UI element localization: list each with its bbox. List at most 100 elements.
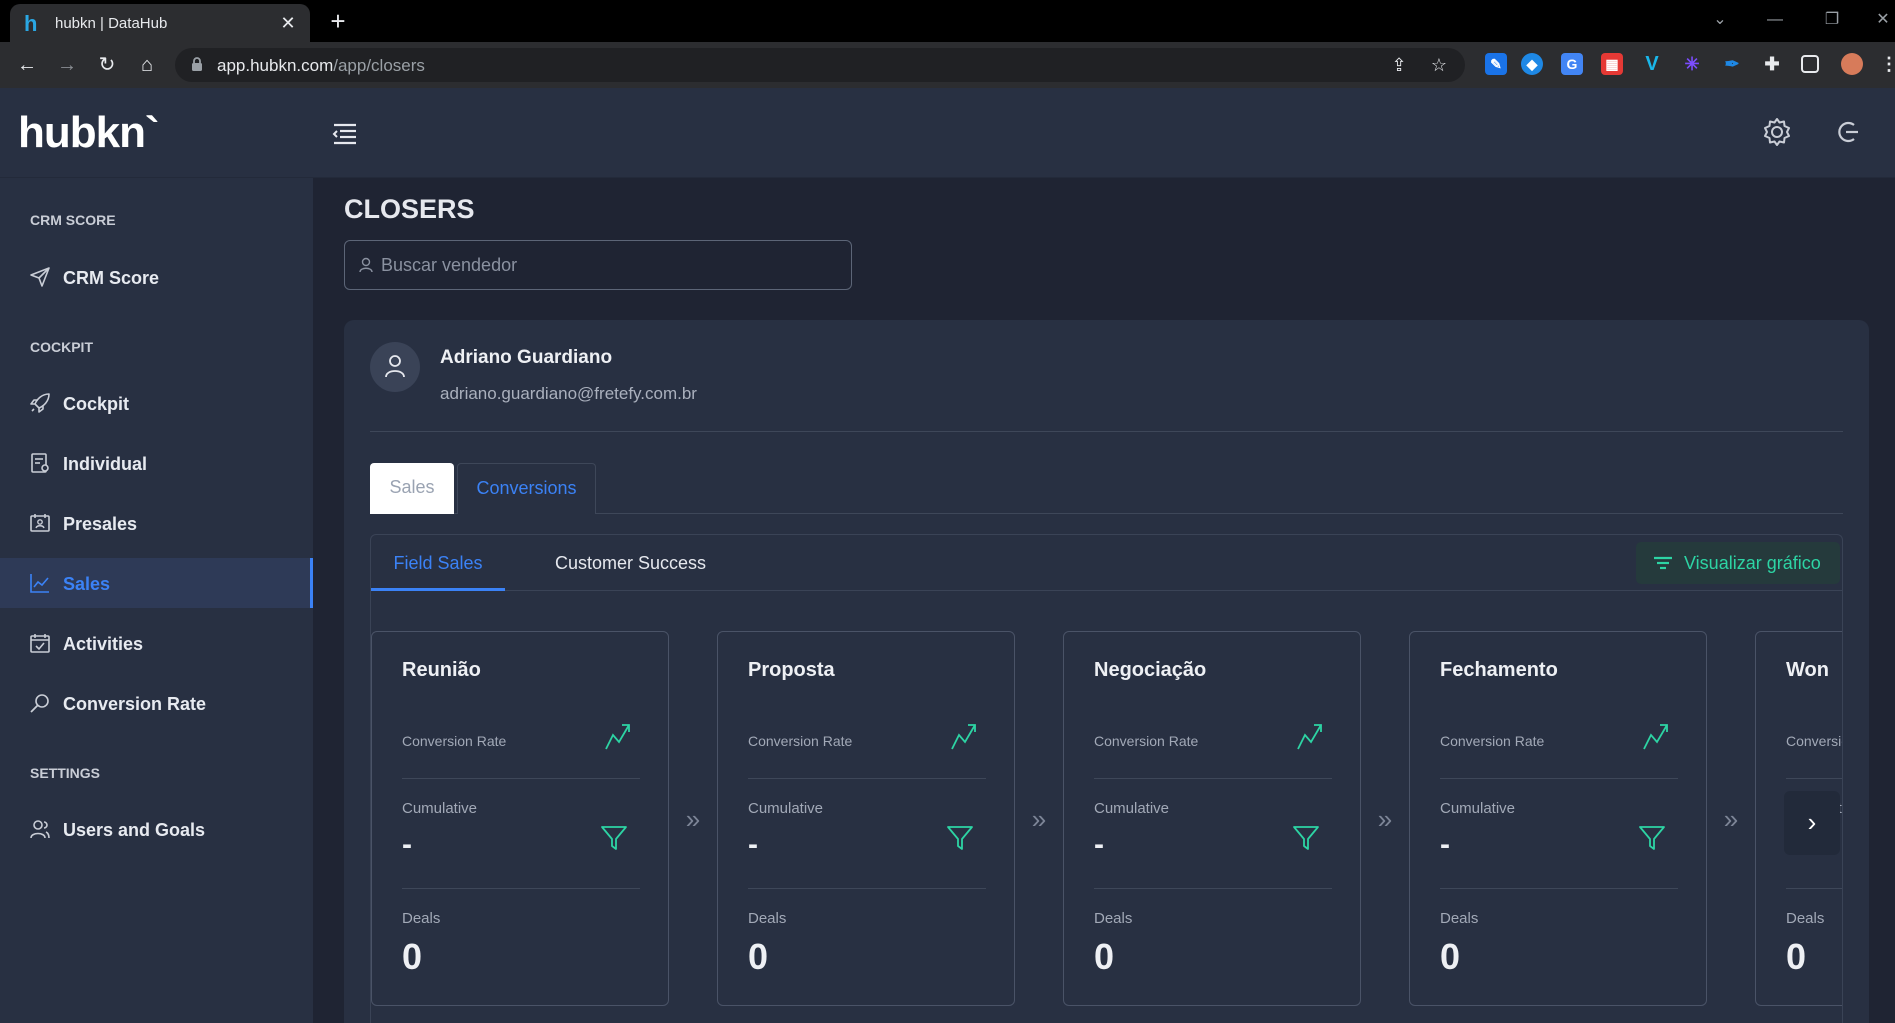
chevron-double-right-icon: » bbox=[1031, 804, 1047, 834]
avatar bbox=[370, 342, 420, 392]
subtabs: Field Sales Customer Success Visualizar … bbox=[371, 535, 1842, 591]
url-path: /app/closers bbox=[333, 56, 425, 75]
sidebar-item-label: Activities bbox=[63, 634, 144, 654]
profile-avatar[interactable] bbox=[1841, 53, 1863, 75]
extension-diamond-icon[interactable]: ◆ bbox=[1521, 53, 1543, 75]
sidebar-item-conversion-rate[interactable]: Conversion Rate bbox=[0, 678, 313, 728]
close-tab-icon[interactable]: ✕ bbox=[278, 13, 298, 33]
filter-icon bbox=[1654, 556, 1672, 570]
hubkn-favicon-icon: h bbox=[24, 11, 38, 36]
subtab-field-sales[interactable]: Field Sales bbox=[371, 535, 505, 591]
search-field[interactable] bbox=[344, 240, 852, 290]
address-bar[interactable]: app.hubkn.com/app/closers ⇪ ☆ bbox=[175, 48, 1465, 82]
sidebar-item-label: Individual bbox=[63, 454, 148, 474]
deals-value: 0 bbox=[748, 936, 769, 977]
divider bbox=[1440, 888, 1678, 889]
sidebar-item-presales[interactable]: Presales bbox=[0, 498, 313, 548]
share-icon[interactable]: ⇪ bbox=[1387, 53, 1411, 77]
conversion-rate-label: Conversion Rate bbox=[1094, 733, 1199, 749]
home-button[interactable]: ⌂ bbox=[134, 52, 160, 78]
send-icon bbox=[30, 267, 50, 287]
visualize-chart-label: Visualizar gráfico bbox=[1684, 553, 1821, 573]
sidebar-item-label: CRM Score bbox=[63, 268, 160, 288]
stage-card: Fechamento Conversion Rate Cumulative - Deal… bbox=[1409, 631, 1707, 1006]
subtab-customer-success[interactable]: Customer Success bbox=[555, 535, 706, 591]
extensions-puzzle-icon[interactable]: ✚ bbox=[1761, 53, 1783, 75]
extension-spark-icon[interactable]: ✳ bbox=[1681, 53, 1703, 75]
divider bbox=[402, 778, 640, 779]
gear-icon[interactable] bbox=[1761, 116, 1793, 148]
visualize-chart-button[interactable]: Visualizar gráfico bbox=[1636, 542, 1840, 584]
chevron-double-right-icon: » bbox=[685, 804, 701, 834]
deals-label: Deals bbox=[1094, 910, 1133, 927]
sidebar-item-users-and-goals[interactable]: Users and Goals bbox=[0, 804, 313, 854]
divider bbox=[370, 431, 1843, 432]
cumulative-label: Cumulative bbox=[748, 800, 824, 817]
funnel-icon bbox=[600, 824, 628, 852]
sidebar-section-settings: SETTINGS bbox=[30, 765, 101, 781]
extension-v-icon[interactable]: V bbox=[1641, 53, 1663, 75]
close-window-button[interactable]: ✕ bbox=[1868, 8, 1895, 32]
menu-toggle-icon[interactable] bbox=[330, 118, 360, 148]
bookmark-star-icon[interactable]: ☆ bbox=[1427, 53, 1451, 77]
browser-toolbar: ← → ↻ ⌂ app.hubkn.com/app/closers ⇪ ☆ ✎ … bbox=[0, 42, 1895, 88]
divider bbox=[1094, 778, 1332, 779]
divider bbox=[748, 888, 986, 889]
sidebar-item-crm-score[interactable]: CRM Score bbox=[0, 252, 313, 302]
conversion-rate-label: Conversion Rate bbox=[1440, 733, 1545, 749]
report-icon bbox=[31, 453, 49, 473]
divider bbox=[1786, 888, 1842, 889]
stage-title: Proposta bbox=[748, 659, 835, 681]
stage-card: Negociação Conversion Rate Cumulative - Deal… bbox=[1063, 631, 1361, 1006]
conversion-rate-label: Conversion Rate bbox=[748, 733, 853, 749]
sidebar-item-activities[interactable]: Activities bbox=[0, 618, 313, 668]
new-tab-button[interactable]: + bbox=[325, 8, 351, 34]
divider bbox=[748, 778, 986, 779]
deals-label: Deals bbox=[748, 910, 787, 927]
main-tabs: Sales Conversions bbox=[370, 463, 1843, 514]
trend-up-icon bbox=[950, 722, 978, 752]
sidebar-item-sales[interactable]: Sales bbox=[0, 558, 313, 608]
sidebar-item-individual[interactable]: Individual bbox=[0, 438, 313, 488]
minimize-window-button[interactable]: — bbox=[1760, 8, 1790, 32]
forward-button[interactable]: → bbox=[54, 52, 80, 78]
sidebar-item-label: Cockpit bbox=[63, 394, 130, 414]
stage-title: Negociação bbox=[1094, 659, 1207, 681]
logout-icon[interactable] bbox=[1832, 116, 1864, 148]
search-input[interactable] bbox=[381, 253, 841, 277]
conversion-rate-label: Conversion Rate bbox=[402, 733, 507, 749]
browser-menu-icon[interactable]: ⋮ bbox=[1878, 53, 1895, 75]
extension-translate-icon[interactable]: G bbox=[1561, 53, 1583, 75]
extension-grid-icon[interactable]: ▦ bbox=[1601, 53, 1623, 75]
browser-tab-title: hubkn | DataHub bbox=[55, 15, 168, 32]
restore-window-button[interactable]: ❐ bbox=[1817, 8, 1847, 32]
side-panel-icon[interactable] bbox=[1801, 55, 1819, 73]
deals-label: Deals bbox=[1440, 910, 1479, 927]
rocket-icon bbox=[30, 393, 50, 413]
user-avatar-icon bbox=[385, 355, 405, 378]
stages-row: Reunião Conversion Rate Cumulative - Deals 0 »… bbox=[371, 591, 1842, 1023]
cumulative-value: - bbox=[402, 828, 412, 861]
funnel-icon bbox=[1638, 824, 1666, 852]
tab-search-icon[interactable]: ⌄ bbox=[1705, 8, 1735, 32]
chart-line-icon bbox=[30, 574, 49, 593]
scroll-next-button[interactable]: › bbox=[1784, 791, 1840, 855]
deals-value: 0 bbox=[402, 936, 423, 977]
tab-conversions[interactable]: Conversions bbox=[457, 463, 596, 514]
deals-label: Deals bbox=[402, 910, 441, 927]
user-icon bbox=[359, 257, 373, 273]
sidebar: CRM SCORE CRM Score COCKPIT Cockpit Indi… bbox=[0, 178, 313, 1023]
sidebar-item-cockpit[interactable]: Cockpit bbox=[0, 378, 313, 428]
users-icon bbox=[30, 820, 50, 839]
extension-pen-icon[interactable]: ✎ bbox=[1485, 53, 1507, 75]
back-button[interactable]: ← bbox=[14, 52, 40, 78]
extension-feather-icon[interactable]: ✒ bbox=[1721, 53, 1743, 75]
tab-sales[interactable]: Sales bbox=[370, 463, 454, 514]
trend-up-icon bbox=[604, 722, 632, 752]
hubkn-logo[interactable]: hubkn` bbox=[18, 108, 160, 158]
cumulative-label: Cumulative bbox=[1440, 800, 1516, 817]
stage-title: Won bbox=[1786, 659, 1829, 681]
reload-button[interactable]: ↻ bbox=[94, 52, 120, 78]
cumulative-value: - bbox=[748, 828, 758, 861]
browser-tab[interactable]: h hubkn | DataHub ✕ bbox=[10, 4, 310, 42]
